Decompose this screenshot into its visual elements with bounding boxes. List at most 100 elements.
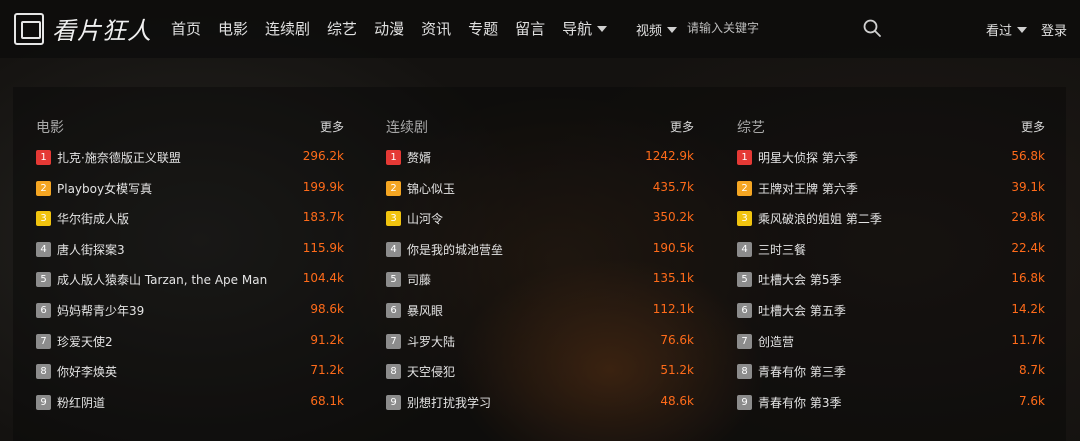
rank-badge: 9 (737, 394, 752, 410)
item-title[interactable]: 妈妈帮青少年39 (57, 302, 144, 319)
ranking-list: 1 扎克·施奈德版正义联盟 296.2k 2 Playboy女模写真 199.9k 3 华尔街… (36, 148, 344, 423)
nav-item-topics[interactable]: 专题 (468, 18, 498, 39)
list-item[interactable]: 2 王牌对王牌 第六季 39.1k (737, 179, 1045, 210)
list-item[interactable]: 9 别想打扰我学习 48.6k (386, 393, 694, 424)
item-title[interactable]: 暴风眼 (407, 302, 443, 319)
list-item[interactable]: 6 妈妈帮青少年39 98.6k (36, 301, 344, 332)
nav-item-guide[interactable]: 导航 (562, 18, 608, 39)
item-title[interactable]: 扎克·施奈德版正义联盟 (57, 149, 181, 166)
list-item[interactable]: 5 成人版人猿泰山 Tarzan, the Ape Man 104.4k (36, 270, 344, 301)
list-item[interactable]: 2 锦心似玉 435.7k (386, 179, 694, 210)
item-title[interactable]: 创造营 (758, 333, 794, 350)
rank-badge: 2 (36, 180, 51, 196)
list-item[interactable]: 3 山河令 350.2k (386, 209, 694, 240)
view-count: 1242.9k (645, 149, 694, 163)
view-count: 39.1k (1011, 179, 1045, 194)
list-item[interactable]: 8 青春有你 第三季 8.7k (737, 362, 1045, 393)
item-title[interactable]: 青春有你 第三季 (758, 363, 846, 380)
main-nav: 首页 电影 连续剧 综艺 动漫 资讯 专题 留言 导航 (171, 18, 624, 39)
item-title[interactable]: 珍爱天使2 (57, 333, 113, 350)
item-title[interactable]: 王牌对王牌 第六季 (758, 180, 858, 197)
rank-badge: 6 (737, 302, 752, 318)
list-item[interactable]: 3 乘风破浪的姐姐 第二季 29.8k (737, 209, 1045, 240)
list-item[interactable]: 4 唐人街探案3 115.9k (36, 240, 344, 271)
search-input[interactable] (683, 16, 851, 40)
item-title[interactable]: 唐人街探案3 (57, 241, 125, 258)
chevron-down-icon (597, 25, 608, 32)
list-item[interactable]: 9 粉红阴道 68.1k (36, 393, 344, 424)
list-item[interactable]: 9 青春有你 第3季 7.6k (737, 393, 1045, 424)
nav-item-anime[interactable]: 动漫 (374, 18, 404, 39)
chevron-down-icon (667, 26, 678, 33)
watch-history-button[interactable]: 看过 (986, 20, 1028, 39)
list-item[interactable]: 1 扎克·施奈德版正义联盟 296.2k (36, 148, 344, 179)
item-title[interactable]: 司藤 (407, 271, 431, 288)
item-title[interactable]: 赘婿 (407, 149, 431, 166)
list-item[interactable]: 8 你好李焕英 71.2k (36, 362, 344, 393)
more-link[interactable]: 更多 (1021, 118, 1045, 135)
item-title[interactable]: 华尔街成人版 (57, 210, 129, 227)
view-count: 8.7k (1018, 363, 1045, 378)
list-item[interactable]: 1 赘婿 1242.9k (386, 148, 694, 179)
list-item[interactable]: 7 斗罗大陆 76.6k (386, 332, 694, 363)
list-item[interactable]: 4 你是我的城池营垒 190.5k (386, 240, 694, 271)
rank-badge: 9 (386, 394, 401, 410)
column-title: 连续剧 (386, 120, 428, 136)
nav-item-messages[interactable]: 留言 (515, 18, 545, 39)
nav-item-home[interactable]: 首页 (171, 18, 201, 39)
item-title[interactable]: 你好李焕英 (57, 363, 117, 380)
view-count: 183.7k (302, 210, 344, 225)
rank-badge: 2 (386, 180, 401, 196)
more-link[interactable]: 更多 (670, 118, 694, 135)
nav-item-news[interactable]: 资讯 (421, 18, 451, 39)
list-item[interactable]: 7 珍爱天使2 91.2k (36, 332, 344, 363)
nav-item-variety[interactable]: 综艺 (327, 18, 357, 39)
search-type-select[interactable]: 视频 (636, 20, 678, 39)
item-title[interactable]: Playboy女模写真 (57, 180, 152, 197)
list-item[interactable]: 5 司藤 135.1k (386, 270, 694, 301)
item-title[interactable]: 别想打扰我学习 (407, 394, 491, 411)
item-title[interactable]: 锦心似玉 (407, 180, 455, 197)
rank-badge: 9 (36, 394, 51, 410)
list-item[interactable]: 6 吐槽大会 第五季 14.2k (737, 301, 1045, 332)
item-title[interactable]: 你是我的城池营垒 (407, 241, 503, 258)
item-title[interactable]: 粉红阴道 (57, 394, 105, 411)
nav-item-movies[interactable]: 电影 (218, 18, 248, 39)
logo-icon (14, 12, 44, 45)
rank-badge: 4 (386, 241, 401, 257)
rank-badge: 6 (386, 302, 401, 318)
rank-badge: 6 (36, 302, 51, 318)
list-item[interactable]: 7 创造营 11.7k (737, 332, 1045, 363)
site-logo[interactable]: 看片狂人 (14, 11, 152, 46)
item-title[interactable]: 成人版人猿泰山 Tarzan, the Ape Man (57, 271, 267, 288)
item-title[interactable]: 天空侵犯 (407, 363, 455, 380)
item-title[interactable]: 青春有你 第3季 (758, 394, 841, 411)
list-item[interactable]: 1 明星大侦探 第六季 56.8k (737, 148, 1045, 179)
item-title[interactable]: 斗罗大陆 (407, 333, 455, 350)
ranking-panel: 电影 更多 1 扎克·施奈德版正义联盟 296.2k 2 Playboy女模写真 199.9k… (13, 87, 1066, 441)
list-item[interactable]: 3 华尔街成人版 183.7k (36, 209, 344, 240)
list-item[interactable]: 4 三时三餐 22.4k (737, 240, 1045, 271)
more-link[interactable]: 更多 (320, 118, 344, 135)
login-button[interactable]: 登录 (1041, 20, 1067, 39)
ranking-list: 1 明星大侦探 第六季 56.8k 2 王牌对王牌 第六季 39.1k 3 乘风破浪的姐姐 第… (737, 148, 1045, 423)
column-title: 电影 (36, 120, 64, 136)
view-count: 68.1k (310, 393, 344, 408)
column-header: 电影 更多 (36, 117, 344, 137)
item-title[interactable]: 吐槽大会 第五季 (758, 302, 846, 319)
column-header: 连续剧 更多 (386, 117, 694, 137)
item-title[interactable]: 三时三餐 (758, 241, 806, 258)
list-item[interactable]: 2 Playboy女模写真 199.9k (36, 179, 344, 210)
item-title[interactable]: 山河令 (407, 210, 443, 227)
rank-badge: 5 (737, 272, 752, 288)
list-item[interactable]: 5 吐槽大会 第5季 16.8k (737, 270, 1045, 301)
list-item[interactable]: 8 天空侵犯 51.2k (386, 362, 694, 393)
list-item[interactable]: 6 暴风眼 112.1k (386, 301, 694, 332)
nav-item-series[interactable]: 连续剧 (265, 18, 310, 39)
search-icon[interactable] (862, 18, 882, 38)
item-title[interactable]: 乘风破浪的姐姐 第二季 (758, 210, 882, 227)
column-title: 综艺 (737, 120, 765, 136)
item-title[interactable]: 吐槽大会 第5季 (758, 271, 841, 288)
item-title[interactable]: 明星大侦探 第六季 (758, 149, 858, 166)
rank-badge: 1 (386, 150, 401, 165)
